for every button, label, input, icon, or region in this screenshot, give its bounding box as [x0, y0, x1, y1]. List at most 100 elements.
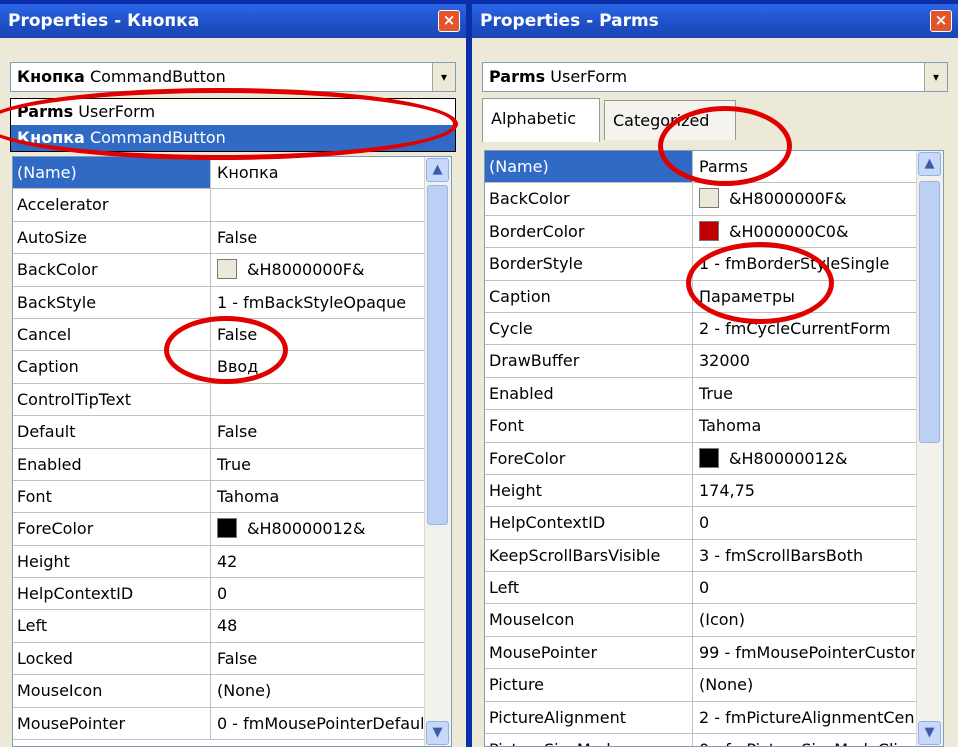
property-row[interactable]: Height 174,75	[485, 474, 943, 508]
property-row[interactable]: MouseIcon (Icon)	[485, 604, 943, 637]
object-selector[interactable]: Parms UserForm ▾	[482, 62, 948, 92]
vertical-scrollbar[interactable]: ▲ ▼	[424, 157, 451, 746]
property-value[interactable]: False	[211, 222, 423, 253]
property-name: (Name)	[485, 151, 693, 183]
property-value[interactable]: 32000	[693, 345, 915, 376]
scroll-thumb[interactable]	[919, 181, 940, 443]
property-row[interactable]: BorderColor &H000000C0&	[485, 215, 943, 249]
property-value[interactable]: 0	[693, 507, 915, 538]
property-value[interactable]: Ввод	[211, 351, 423, 382]
property-value[interactable]: False	[211, 416, 423, 447]
property-value[interactable]: 1 - fmBackStyleOpaque	[211, 287, 423, 318]
property-row[interactable]: Caption Параметры	[485, 280, 943, 313]
property-value[interactable]: (None)	[211, 675, 423, 706]
property-row[interactable]: MouseIcon (None)	[13, 675, 451, 708]
property-value[interactable]: &H8000000F&	[211, 254, 423, 285]
property-row[interactable]: PictureAlignment 2 - fmPictureAlignmentCe…	[485, 701, 943, 735]
property-row[interactable]: ForeColor &H80000012&	[485, 442, 943, 475]
property-row[interactable]: BackStyle 1 - fmBackStyleOpaque	[13, 286, 451, 319]
tab-alphabetic[interactable]: Alphabetic	[482, 98, 600, 142]
property-value[interactable]: &H80000012&	[693, 443, 915, 474]
property-name: Locked	[13, 642, 211, 675]
property-value[interactable]: Tahoma	[211, 481, 423, 512]
property-value[interactable]: False	[211, 643, 423, 674]
property-row[interactable]: Font Tahoma	[13, 480, 451, 514]
property-value-text: False	[217, 324, 258, 344]
scroll-up-icon[interactable]: ▲	[426, 158, 449, 182]
property-row[interactable]: KeepScrollBarsVisible 3 - fmScrollBarsBot…	[485, 539, 943, 573]
property-value[interactable]: (None)	[693, 669, 915, 700]
scroll-down-icon[interactable]: ▼	[426, 721, 449, 745]
dropdown-item-parms[interactable]: Parms UserForm	[11, 99, 455, 125]
property-row[interactable]: Left 48	[13, 610, 451, 643]
property-row[interactable]: HelpContextID 0	[13, 578, 451, 611]
tab-categorized[interactable]: Categorized	[604, 100, 736, 140]
property-value[interactable]: True	[693, 378, 915, 409]
dropdown-arrow-icon[interactable]: ▾	[924, 63, 947, 91]
object-selector[interactable]: Кнопка CommandButton ▾	[10, 62, 456, 92]
property-value[interactable]: &H8000000F&	[693, 183, 915, 214]
property-row[interactable]: Enabled True	[485, 377, 943, 411]
property-row[interactable]: Cancel False	[13, 318, 451, 352]
property-value[interactable]: 2 - fmPictureAlignmentCenter	[693, 702, 915, 733]
property-value[interactable]: False	[211, 319, 423, 350]
property-value[interactable]: 174,75	[693, 475, 915, 506]
property-value[interactable]: &H000000C0&	[693, 216, 915, 247]
property-rows: (Name) Кнопка Accelerator AutoSize False Back…	[13, 157, 451, 741]
property-row[interactable]: MousePointer 0 - fmMousePointerDefault	[13, 707, 451, 741]
property-value[interactable]: Кнопка	[211, 157, 423, 188]
scroll-down-icon[interactable]: ▼	[918, 721, 941, 745]
property-value[interactable]	[211, 384, 423, 415]
property-value[interactable]: (Icon)	[693, 604, 915, 635]
property-value[interactable]: 99 - fmMousePointerCustom	[693, 637, 915, 668]
property-row[interactable]: HelpContextID 0	[485, 507, 943, 540]
property-row[interactable]: PictureSizeMode 0 - fmPictureSizeModeClip	[485, 734, 943, 746]
property-row[interactable]: BackColor &H8000000F&	[485, 183, 943, 216]
property-row[interactable]: Picture (None)	[485, 669, 943, 702]
property-row[interactable]: Left 0	[485, 572, 943, 605]
property-value[interactable]: 0 - fmPictureSizeModeClip	[693, 734, 915, 746]
property-value[interactable]: 1 - fmBorderStyleSingle	[693, 248, 915, 279]
dropdown-item-knopka[interactable]: Кнопка CommandButton	[11, 125, 455, 151]
property-row[interactable]: Caption Ввод	[13, 351, 451, 384]
close-icon[interactable]: ×	[930, 10, 952, 32]
scroll-up-icon[interactable]: ▲	[918, 152, 941, 176]
dropdown-arrow-icon[interactable]: ▾	[432, 63, 455, 91]
property-value[interactable]: 2 - fmCycleCurrentForm	[693, 313, 915, 344]
property-row[interactable]: Height 42	[13, 545, 451, 579]
scroll-thumb[interactable]	[427, 185, 448, 525]
property-row[interactable]: Enabled True	[13, 448, 451, 481]
vertical-scrollbar[interactable]: ▲ ▼	[916, 151, 943, 746]
property-value[interactable]: Tahoma	[693, 410, 915, 441]
property-row[interactable]: AutoSize False	[13, 221, 451, 255]
property-value[interactable]: 0 - fmMousePointerDefault	[211, 708, 423, 739]
property-value[interactable]: 0	[211, 578, 423, 609]
property-row[interactable]: MousePointer 99 - fmMousePointerCustom	[485, 636, 943, 670]
property-value[interactable]: 0	[693, 572, 915, 603]
property-value-text: &H000000C0&	[729, 221, 849, 241]
property-row[interactable]: Cycle 2 - fmCycleCurrentForm	[485, 312, 943, 346]
property-value[interactable]: 42	[211, 546, 423, 577]
property-row[interactable]: Accelerator	[13, 189, 451, 222]
property-row[interactable]: ForeColor &H80000012&	[13, 513, 451, 546]
property-value[interactable]: True	[211, 449, 423, 480]
property-value[interactable]: &H80000012&	[211, 513, 423, 544]
property-row[interactable]: DrawBuffer 32000	[485, 345, 943, 378]
close-icon[interactable]: ×	[438, 10, 460, 32]
property-row[interactable]: BorderStyle 1 - fmBorderStyleSingle	[485, 248, 943, 281]
property-row[interactable]: (Name) Parms	[485, 151, 943, 184]
property-name: DrawBuffer	[485, 345, 693, 377]
property-row[interactable]: BackColor &H8000000F&	[13, 254, 451, 287]
property-value[interactable]: 48	[211, 610, 423, 641]
property-row[interactable]: Locked False	[13, 642, 451, 676]
property-row[interactable]: ControlTipText	[13, 383, 451, 417]
property-value-text: 3 - fmScrollBarsBoth	[699, 545, 864, 565]
property-value[interactable]: Параметры	[693, 281, 915, 312]
property-value[interactable]: 3 - fmScrollBarsBoth	[693, 540, 915, 571]
property-row[interactable]: Font Tahoma	[485, 410, 943, 443]
property-value[interactable]	[211, 189, 423, 220]
property-value[interactable]: Parms	[693, 151, 915, 182]
selected-object-type: UserForm	[550, 67, 628, 86]
property-row[interactable]: Default False	[13, 416, 451, 449]
property-row[interactable]: (Name) Кнопка	[13, 157, 451, 190]
